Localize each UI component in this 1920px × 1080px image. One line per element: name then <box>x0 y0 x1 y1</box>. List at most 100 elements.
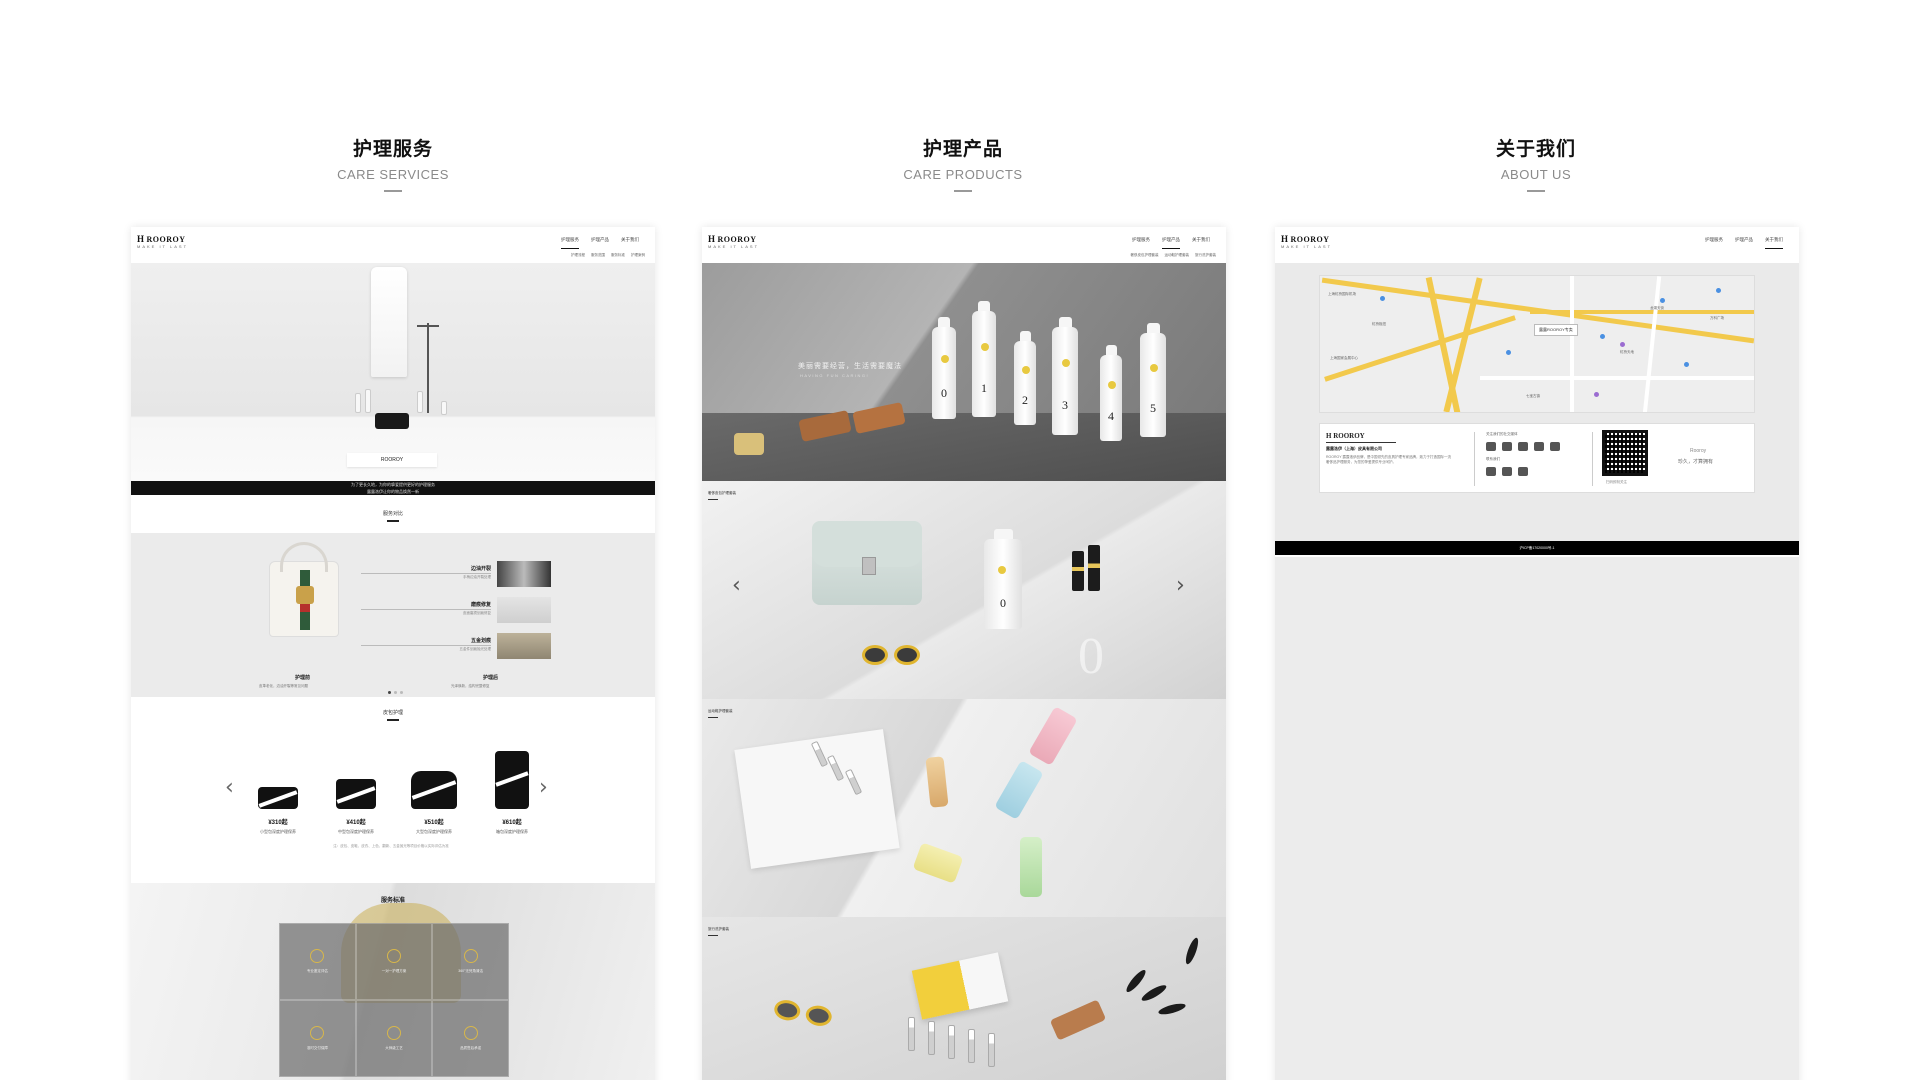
divider <box>1592 432 1593 486</box>
nav-item-about-us[interactable]: 关于我们 <box>1192 237 1210 243</box>
column-heading-care-products: 护理产品 CARE PRODUCTS <box>843 134 1083 192</box>
location-icon[interactable] <box>1518 467 1528 476</box>
price-desc: 小型包深度护理保养 <box>260 829 296 834</box>
subnav-item[interactable]: 服务标准 <box>611 253 625 258</box>
map-pin-icon[interactable] <box>1380 296 1385 301</box>
care-products-preview: H ROOROY MAKE IT LAST 护理服务 护理产品 关于我们 奢侈皮包… <box>702 227 1226 1080</box>
pink-tube-image <box>1028 706 1078 766</box>
subnav-item[interactable]: 运动鞋护理套装 <box>1165 253 1190 258</box>
standard-label: 一对一护理方案 <box>381 969 407 973</box>
map-pin-icon[interactable] <box>1684 362 1689 367</box>
map-pin-icon[interactable] <box>1506 350 1511 355</box>
heading-underline <box>1527 190 1545 192</box>
subnav-item[interactable]: 服务范围 <box>591 253 605 258</box>
column-title-en: ABOUT US <box>1500 167 1572 182</box>
wechat-icon[interactable] <box>1502 442 1512 451</box>
detail-row: 磨痕修复 皮面磨损划痕修复 <box>361 597 551 625</box>
shield-icon <box>463 949 478 963</box>
suitcase-icon <box>495 751 529 809</box>
nav-item-care-services[interactable]: 护理服务 <box>561 237 579 249</box>
price-item[interactable]: ¥410起 中型包深度护理保养 <box>321 757 391 835</box>
map-pin-icon[interactable] <box>1660 298 1665 303</box>
site-logo[interactable]: H ROOROY <box>708 234 757 244</box>
leaf-image <box>1157 1001 1187 1017</box>
spray-bottle-0: 0 <box>932 317 956 419</box>
map-pin-icon[interactable] <box>1600 334 1605 339</box>
carousel-dots[interactable] <box>388 691 403 694</box>
nav-item-about-us[interactable]: 关于我们 <box>1765 237 1783 249</box>
standard-label: 大师级工艺 <box>385 1046 403 1050</box>
weibo-icon[interactable] <box>1486 442 1496 451</box>
after-label: 护理后 <box>483 675 499 681</box>
nav-item-care-products[interactable]: 护理产品 <box>1162 237 1180 249</box>
site-subnav: 奢侈皮包护理套装 运动鞋护理套装 旅行洗护套装 <box>1131 253 1217 258</box>
column-heading-about-us: 关于我们 ABOUT US <box>1416 134 1656 192</box>
share-icon <box>386 949 401 963</box>
price-item[interactable]: ¥610起 箱包深度护理保养 <box>477 751 547 835</box>
nav-item-care-products[interactable]: 护理产品 <box>591 237 609 243</box>
next-arrow-icon[interactable]: › <box>1176 573 1185 598</box>
map-road <box>1324 315 1516 382</box>
product-section-bag-kit: 奢侈皮包护理套装 ‹ › 0 0 <box>702 481 1226 699</box>
clock-icon <box>310 1026 325 1040</box>
map-road <box>1530 310 1754 314</box>
standard-label: 品质售后承诺 <box>460 1046 482 1050</box>
map-pin-icon[interactable] <box>1594 392 1599 397</box>
nav-item-care-services[interactable]: 护理服务 <box>1132 237 1150 243</box>
divider <box>1474 432 1475 486</box>
camera-icon[interactable] <box>1534 442 1544 451</box>
map-pin-icon[interactable] <box>1716 288 1721 293</box>
standard-item: 准时交付保障 <box>279 1000 356 1077</box>
chat-icon[interactable] <box>1550 442 1560 451</box>
prev-arrow-icon[interactable]: ‹ <box>732 573 741 598</box>
handbag-image <box>269 542 339 637</box>
hero-slogan-en: HAVING FUN CARING! <box>800 373 870 378</box>
product-section-sneaker-kit: 运动鞋护理套装 <box>702 699 1226 917</box>
subnav-item[interactable]: 旅行洗护套装 <box>1195 253 1216 258</box>
hero-banner: ROOROY <box>131 263 655 481</box>
before-sub: 皮革老化，边油开裂等常见问题 <box>259 684 308 688</box>
standard-item: 专业鉴定评估 <box>279 923 356 1000</box>
site-logo[interactable]: H ROOROY <box>1281 234 1330 244</box>
standard-item: 一对一护理方案 <box>355 923 433 1000</box>
prev-arrow-icon[interactable]: ‹ <box>225 777 234 799</box>
map-label: 七宝古镇 <box>1526 394 1540 398</box>
map-label: 虹桥枢纽 <box>1372 322 1386 326</box>
price-value: ¥510起 <box>424 820 444 826</box>
logo-underline <box>1326 442 1396 443</box>
douyin-icon[interactable] <box>1518 442 1528 451</box>
nav-item-care-products[interactable]: 护理产品 <box>1735 237 1753 243</box>
site-logo[interactable]: H ROOROY <box>137 234 186 244</box>
company-logo: H ROOROY <box>1326 432 1365 440</box>
store-callout[interactable]: 露露ROOROY专卖 <box>1534 324 1578 336</box>
leaf-image <box>1123 967 1149 995</box>
qr-caption: 扫码即刻关注 <box>1606 480 1627 484</box>
small-bag-icon <box>258 787 298 809</box>
phone-icon[interactable] <box>1486 467 1496 476</box>
column-title-en: CARE SERVICES <box>337 167 449 182</box>
price-item[interactable]: ¥510起 大型包深度护理保养 <box>399 757 469 835</box>
towel-image <box>734 433 764 455</box>
product-hero-banner: 美丽需要经营，生活需要魔法 HAVING FUN CARING! 0 1 2 3… <box>702 263 1226 481</box>
nav-item-care-services[interactable]: 护理服务 <box>1705 237 1723 243</box>
contact-heading: 联系我们 <box>1486 457 1500 461</box>
map-label: 虹桥天地 <box>1620 350 1634 354</box>
nav-item-about-us[interactable]: 关于我们 <box>621 237 639 243</box>
slide-number: 0 <box>1078 628 1104 685</box>
section-title: 服务标准 <box>380 898 405 904</box>
detail-thumbnail <box>497 561 551 587</box>
price-note: 注：皮包、皮鞋、皮衣、上色、翻新、五金抛光等项目价格以实际评估为准 <box>333 844 449 848</box>
column-heading-care-services: 护理服务 CARE SERVICES <box>273 134 513 192</box>
price-item[interactable]: ¥310起 小型包深度护理保养 <box>243 757 313 835</box>
subnav-item[interactable]: 奢侈皮包护理套装 <box>1131 253 1159 258</box>
site-header: H ROOROY MAKE IT LAST 护理服务 护理产品 关于我们 奢侈皮包… <box>702 227 1226 263</box>
subnav-item[interactable]: 护理流程 <box>571 253 585 258</box>
spray-bottle-2: 2 <box>1014 331 1036 425</box>
magnifier-icon <box>310 949 325 963</box>
map-road <box>1642 276 1662 412</box>
map-pin-icon[interactable] <box>1620 342 1625 347</box>
subnav-item[interactable]: 护理案例 <box>631 253 645 258</box>
people-icon <box>386 1026 401 1040</box>
mail-icon[interactable] <box>1502 467 1512 476</box>
store-location-map[interactable]: 露露ROOROY专卖 上海虹桥国际机场 虹桥枢纽 上海国家会展中心 虹桥天地 龙… <box>1319 275 1755 413</box>
